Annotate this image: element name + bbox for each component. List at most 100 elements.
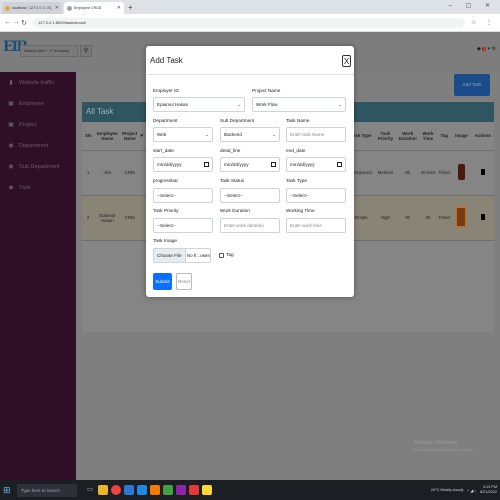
calendar-icon[interactable] — [337, 162, 342, 167]
task-image-thumbnail — [456, 207, 467, 227]
modal-title: Add Task — [150, 56, 183, 65]
sidebar-item-sub-department[interactable]: ◉ Sub Department — [0, 156, 76, 177]
task-image-file-input[interactable]: Choose File No fi...osen — [153, 248, 211, 263]
sidebar-item-employee[interactable]: ▣ Employee — [0, 93, 76, 114]
file-explorer-icon[interactable] — [98, 485, 108, 495]
working-time-label: Working Time — [286, 208, 315, 213]
project-name-select[interactable]: Work Flow ⌄ — [252, 97, 346, 112]
app-icon[interactable] — [163, 485, 173, 495]
department-value: Web — [157, 132, 167, 137]
address-bar: ← → ↻ 127.0.0.1:8000/task/show# ☆ ⋮ — [0, 14, 500, 32]
tag-checkbox[interactable] — [219, 253, 224, 258]
start-date-input[interactable]: mm/dd/yyyy — [153, 157, 213, 172]
vscode-icon[interactable] — [137, 485, 147, 495]
progressbar-label: progressbar — [153, 178, 179, 183]
weather-widget[interactable]: 24°C Mostly cloudy — [431, 488, 464, 492]
task-status-select[interactable]: --Select-- — [220, 188, 280, 203]
sidebar: ▮ Website traffic ▣ Employee ▣ Project ◉ Dep… — [0, 72, 76, 480]
department-select[interactable]: Web ⌄ — [153, 127, 213, 142]
add-task-button[interactable]: Add Task — [454, 74, 490, 96]
date-placeholder: mm/dd/yyyy — [290, 162, 315, 167]
browser-tab-bar: localhost / 127.0.0.1 / 20_pegaus ✕ Empl… — [0, 0, 500, 14]
task-image-thumbnail — [457, 164, 465, 180]
browser-tab-employee-crud[interactable]: Employee CRUD ✕ — [64, 2, 124, 14]
chevron-down-icon: ⌄ — [237, 102, 241, 107]
task-type-select[interactable]: --Select-- — [286, 188, 346, 203]
employer-id-label: Employer ID — [153, 88, 179, 93]
working-time-input[interactable]: Enter work time — [286, 218, 346, 233]
end-date-label: end_date — [286, 148, 306, 153]
column-header: Employee Name — [94, 122, 121, 151]
cell-tag: Ticket — [437, 150, 452, 196]
chrome-icon[interactable] — [111, 485, 121, 495]
date-placeholder: mm/dd/yyyy — [157, 162, 182, 167]
tab-close-icon[interactable]: ✕ — [117, 5, 121, 11]
reset-button[interactable]: Reset — [176, 273, 192, 290]
end-date-input[interactable]: mm/dd/yyyy — [286, 157, 346, 172]
task-name-label: Task Name — [286, 118, 310, 123]
app-icon[interactable] — [176, 485, 186, 495]
task-name-input[interactable]: Enter task Name — [286, 127, 346, 142]
task-type-label: Task Type — [286, 178, 308, 183]
forward-icon[interactable]: → — [12, 19, 20, 26]
browser-menu-icons[interactable]: ☆ ⋮ — [471, 19, 496, 26]
progressbar-select[interactable]: --Select-- — [153, 188, 213, 203]
window-controls[interactable]: – ▢ ✕ — [449, 2, 496, 9]
task-view-icon[interactable]: ▭ — [85, 485, 95, 495]
windows-start-icon[interactable]: ⊞ — [3, 485, 13, 495]
deadline-label: dead_line — [220, 148, 241, 153]
cell-project: CRM — [120, 195, 139, 241]
tab-close-icon[interactable]: ✕ — [55, 5, 59, 11]
app-icon[interactable] — [150, 485, 160, 495]
sidebar-item-website-traffic[interactable]: ▮ Website traffic — [0, 72, 76, 93]
tag-label: Tag — [226, 252, 234, 257]
reload-icon[interactable]: ↻ — [20, 19, 28, 27]
close-button[interactable]: X — [342, 55, 351, 67]
topbar-actions[interactable]: ◆ 1 ▾ ⚙ — [477, 46, 496, 52]
submit-button[interactable]: Submit — [153, 273, 172, 290]
deadline-input[interactable]: mm/dd/yyyy — [220, 157, 280, 172]
calendar-icon[interactable] — [271, 162, 276, 167]
sub-department-select[interactable]: Backend ⌄ — [220, 127, 280, 142]
cell-employee: Epiamul Hasan — [94, 195, 121, 241]
employer-id-value: Epiamul Hasan — [157, 102, 189, 107]
brand-logo[interactable]: EIB — [3, 39, 28, 63]
user-menu-icon[interactable]: ▾ ⚙ — [488, 46, 496, 52]
windows-taskbar: ⊞ Type here to search ▭ 24°C Mostly clou… — [0, 480, 500, 500]
task-priority-select[interactable]: --Select-- — [153, 218, 213, 233]
notification-badge: 1 — [482, 47, 487, 51]
tab-label: Employee CRUD — [74, 6, 102, 10]
cell-image — [451, 150, 472, 196]
app-icon[interactable] — [202, 485, 212, 495]
department-label: Department — [153, 118, 178, 123]
search-icon[interactable]: ⚲ — [80, 45, 92, 57]
url-input[interactable]: 127.0.0.1:8000/task/show# — [32, 17, 465, 28]
search-input[interactable]: Search (ctrl + "/" to focus) — [20, 45, 78, 57]
delete-icon[interactable] — [480, 214, 485, 220]
delete-icon[interactable] — [480, 169, 485, 175]
new-tab-button[interactable]: + — [128, 2, 133, 14]
tray-icons[interactable]: ^ ◢ ♪ — [467, 488, 476, 493]
cell-time: 30 mint — [418, 150, 438, 196]
taskbar-search-input[interactable]: Type here to search — [17, 483, 77, 497]
app-icon[interactable] — [189, 485, 199, 495]
project-name-label: Project Name — [252, 88, 281, 93]
notification-icon[interactable]: ◆ — [477, 46, 481, 52]
browser-tab-phpmyadmin[interactable]: localhost / 127.0.0.1 / 20_pegaus ✕ — [2, 2, 62, 14]
store-icon[interactable] — [124, 485, 134, 495]
sub-department-value: Backend — [224, 132, 242, 137]
choose-file-button[interactable]: Choose File — [154, 249, 186, 262]
sidebar-item-department[interactable]: ◉ Department — [0, 135, 76, 156]
task-priority-label: Task Priority — [153, 208, 179, 213]
back-icon[interactable]: ← — [4, 19, 12, 26]
chevron-down-icon: ⌄ — [205, 132, 209, 137]
calendar-icon[interactable] — [204, 162, 209, 167]
activate-windows-watermark: Activate Windows Go to Settings to activ… — [414, 440, 474, 454]
sidebar-item-project[interactable]: ▣ Project — [0, 114, 76, 135]
sidebar-item-task[interactable]: ◉ Task — [0, 177, 76, 198]
taskbar-clock[interactable]: 3:13 PM 8/21/2022 — [480, 485, 497, 495]
cell-tag: Ticket — [437, 195, 452, 241]
cell-image — [451, 195, 472, 241]
employer-id-select[interactable]: Epiamul Hasan ⌄ — [153, 97, 245, 112]
work-duration-input[interactable]: Enter work duration — [220, 218, 280, 233]
